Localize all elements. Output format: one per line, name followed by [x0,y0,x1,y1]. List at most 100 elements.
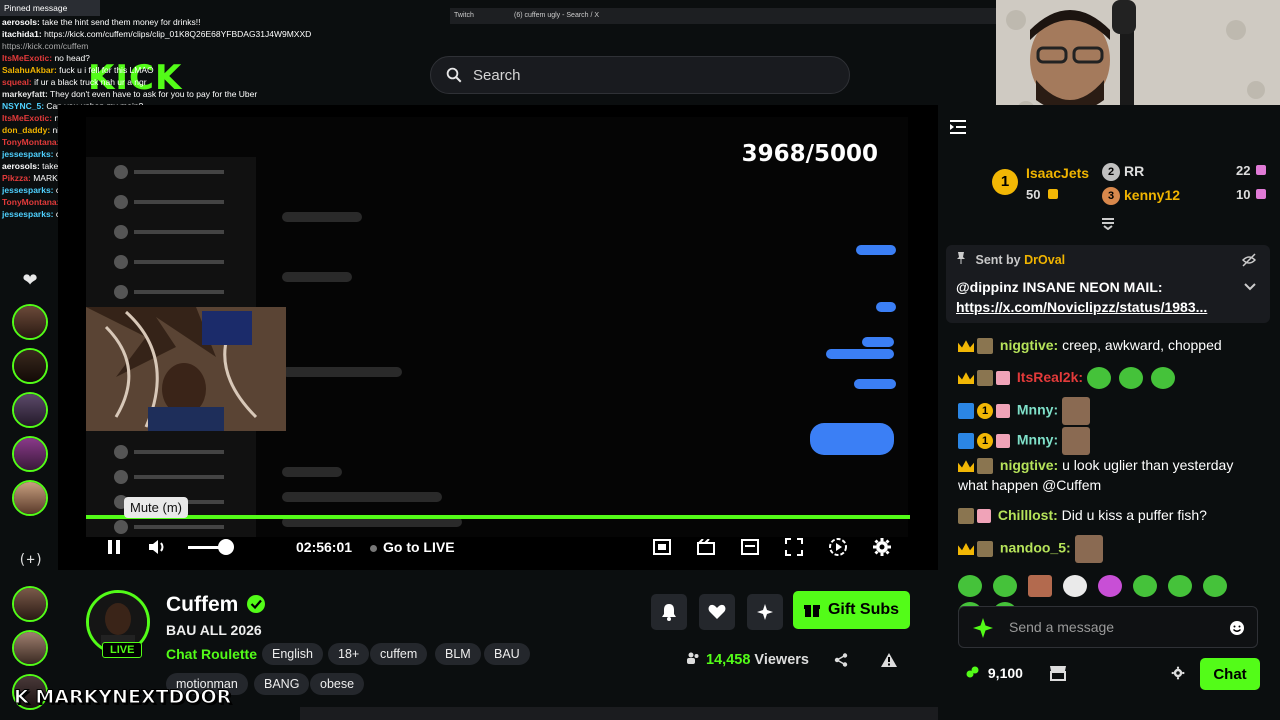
leaderboard-user[interactable]: kenny12 [1124,187,1180,203]
pinned-text: @dippinz INSANE NEON MAIL: [956,279,1163,295]
emote-icon[interactable] [1132,575,1157,597]
hide-pin-icon[interactable] [1242,253,1256,267]
chat-input[interactable] [1009,619,1209,635]
followed-channel-avatar[interactable] [12,392,48,428]
tag[interactable]: 18+ [328,643,370,665]
chat-username[interactable]: Chilllost: [998,507,1058,523]
tag[interactable]: BANG [254,673,310,695]
pause-icon[interactable] [102,535,126,559]
channel-points[interactable]: 9,100 [966,665,1023,681]
stream-screen: 3968/5000 [86,117,908,537]
tag[interactable]: obese [310,673,365,695]
share-icon[interactable] [834,653,848,667]
chat-username[interactable]: nandoo_5: [1000,540,1071,556]
face-emote-icon [1062,397,1090,425]
gift-subs-label: Gift Subs [827,601,900,618]
follow-button[interactable] [699,594,735,630]
viewers-icon [687,652,699,664]
tag[interactable]: BAU [484,643,530,665]
settings-icon[interactable] [870,535,894,559]
collapse-chat-icon[interactable] [948,119,968,135]
sub-badge-icon [958,508,974,525]
emote-icon[interactable] [1202,575,1227,597]
tier-badge-icon: 1 [977,433,993,449]
chat-settings-icon[interactable] [1171,666,1185,680]
search-bar[interactable] [430,56,850,94]
chevron-down-icon[interactable] [1244,283,1256,291]
notification-bell-button[interactable] [651,594,687,630]
emote-icon[interactable] [992,575,1017,597]
overlay-chat-user: ItsMeExotic: [2,113,53,123]
theater-mode-icon[interactable] [650,535,674,559]
followed-channel-avatar[interactable] [12,586,48,622]
pinned-sent-by-name[interactable]: DrOval [1024,253,1065,267]
overlay-chat-user: aerosols: [2,161,40,171]
chat-username[interactable]: Mnny: [1017,432,1058,448]
go-to-live-label: Go to LIVE [383,539,455,555]
emote-icon[interactable] [958,575,982,597]
leaderboard-user[interactable]: RR [1124,163,1144,179]
video-player[interactable]: 3968/5000 Mute (m) 02:56:01 Go to LIVE [58,105,938,570]
volume-slider-handle[interactable] [218,539,234,555]
send-chat-button[interactable]: Chat [1200,658,1260,690]
crown-badge-icon [958,372,974,385]
tag[interactable]: cuffem [370,643,428,665]
overlay-chat-user: TonyMontana: [2,137,60,147]
expand-leaderboard-icon[interactable] [1100,216,1116,230]
chat-username[interactable]: ItsReal2k: [1017,369,1083,385]
stream-time: 02:56:01 [296,539,353,555]
chat-input-box[interactable] [958,606,1258,648]
channel-name[interactable]: Cuffem [166,593,238,617]
overlay-chat-text: https://kick.com/cuffem/clips/clip_01K8Q… [44,29,312,39]
pinned-message: Sent by DrOval @dippinz INSANE NEON MAIL… [946,245,1270,323]
crown-badge-icon [958,340,974,353]
speed-icon[interactable] [826,535,850,559]
tag[interactable]: BLM [435,643,481,665]
emote-icon[interactable] [1097,575,1122,597]
overlay-url: https://kick.com/cuffem [2,41,89,51]
gift-subs-button[interactable]: Gift Subs [793,591,910,629]
pinned-link[interactable]: https://x.com/Noviclipzz/status/1983... [956,297,1236,317]
report-icon[interactable] [880,652,898,668]
overlay-chat-text: if ur a black truck nah ur a ngr [34,77,147,87]
followed-heart-icon[interactable]: ❤ [18,270,42,294]
search-input[interactable] [473,66,813,84]
boost-button[interactable] [747,594,783,630]
stream-category[interactable]: Chat Roulette [166,646,257,662]
volume-icon[interactable] [146,535,170,559]
channel-points-value: 9,100 [987,665,1023,681]
chat-username[interactable]: niggtive: [1000,337,1058,353]
emote-icon[interactable] [1027,575,1052,597]
followed-channel-avatar[interactable] [12,480,48,516]
emote-icon[interactable] [1167,575,1192,597]
moderator-badge-icon [958,433,974,449]
tag[interactable]: English [262,643,323,665]
followed-channel-avatar[interactable] [12,304,48,340]
overlay-chat-line: aerosols: take the hint send them money … [0,16,450,28]
followed-channel-avatar[interactable] [12,348,48,384]
emote-icon[interactable] [1062,575,1087,597]
fullscreen-icon[interactable] [782,535,806,559]
overlay-chat-text: They don't even have to ask for you to p… [50,89,258,99]
followed-channel-avatar[interactable] [12,436,48,472]
viewer-count-value: 14,458 [706,652,751,668]
clip-icon[interactable] [694,535,718,559]
followed-channel-avatar[interactable] [12,630,48,666]
overlay-chat-user: jessesparks: [2,149,54,159]
pip-icon[interactable] [738,535,762,559]
verified-icon [247,595,265,613]
go-to-live-button[interactable]: Go to LIVE [370,539,455,555]
leaderboard-user[interactable]: IsaacJets [1026,165,1089,181]
expand-sidebar-icon[interactable]: (+) [18,552,43,568]
overlay-chat-user: don_daddy: [2,125,51,135]
store-icon[interactable] [1049,665,1067,681]
emote-bar [958,575,1268,624]
chat-username[interactable]: Mnny: [1017,402,1058,418]
emoji-icon[interactable] [1229,620,1245,636]
chat-username[interactable]: niggtive: [1000,457,1058,473]
progress-bar[interactable] [86,515,910,519]
sparkle-icon[interactable] [973,618,993,638]
streamer-name-overlay: K MARKYNEXTDOOR [13,686,232,709]
browser-tab-bar: Twitch (6) cuffem ugly - Search / X [450,8,996,24]
chat-message: nandoo_5: [958,535,1258,563]
